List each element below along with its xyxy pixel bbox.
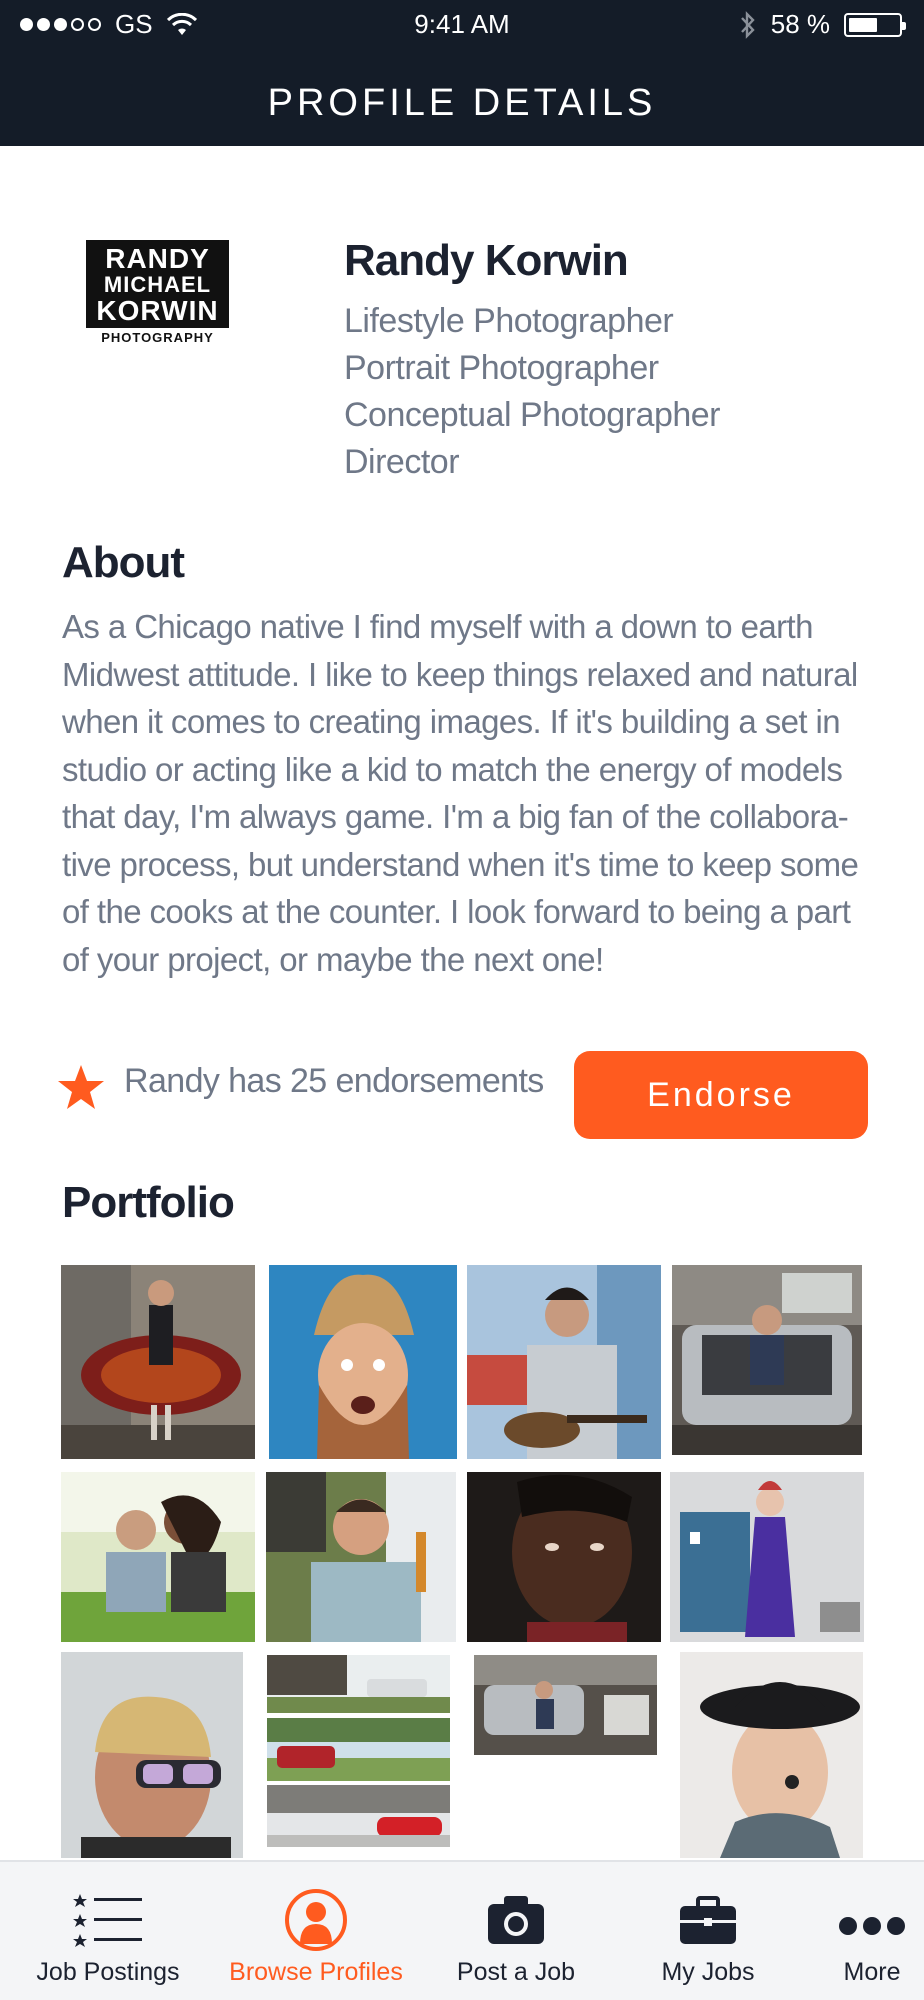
job-postings-icon bbox=[73, 1894, 142, 1947]
logo-line-1: RANDY bbox=[105, 243, 210, 274]
portfolio-photo-swimmer[interactable] bbox=[61, 1652, 243, 1858]
tab-label: Browse Profiles bbox=[229, 1958, 403, 1986]
about-line: tive process, but understand when it's t… bbox=[62, 845, 859, 883]
portfolio-photo-woman-blue-dress[interactable] bbox=[670, 1472, 864, 1642]
about-line: As a Chicago native I find myself with a… bbox=[62, 608, 813, 645]
battery-icon bbox=[844, 12, 906, 37]
endorse-button[interactable]: Endorse bbox=[574, 1051, 868, 1139]
about-line: studio or acting like a kid to match the… bbox=[62, 750, 843, 788]
portfolio-photo-bearded-man[interactable] bbox=[269, 1265, 457, 1459]
about-heading: About bbox=[62, 538, 185, 587]
portfolio-photo-red-suv[interactable] bbox=[267, 1718, 450, 1781]
tab-label: Post a Job bbox=[456, 1958, 576, 1986]
portfolio-photo-dreadlocks-man[interactable] bbox=[467, 1472, 661, 1642]
role-item: Conceptual Photographer bbox=[344, 396, 721, 434]
more-icon bbox=[839, 1917, 905, 1935]
tab-browse-profiles[interactable]: Browse Profiles bbox=[226, 1862, 406, 2000]
logo-line-3: KORWIN bbox=[96, 295, 219, 326]
briefcase-icon bbox=[680, 1896, 736, 1944]
about-line: Midwest attitude. I like to keep things … bbox=[62, 655, 858, 693]
portfolio-photo-laughing-man[interactable] bbox=[266, 1472, 456, 1642]
camera-icon bbox=[488, 1896, 544, 1944]
profile-name: Randy Korwin bbox=[344, 236, 629, 285]
photographer-logo: RANDY MICHAEL KORWIN PHOTOGRAPHY bbox=[86, 240, 229, 360]
role-item: Lifestyle Photographer bbox=[344, 302, 674, 340]
portfolio-photo-car-trunk[interactable] bbox=[672, 1265, 862, 1455]
profile-roles: Lifestyle Photographer Portrait Photogra… bbox=[344, 298, 721, 486]
about-text: As a Chicago native I find myself with a… bbox=[62, 603, 872, 983]
endorsement-row: Randy has 25 endorsements Endorse bbox=[54, 1050, 870, 1140]
portfolio-photo-woman-hat[interactable] bbox=[680, 1652, 863, 1858]
portfolio-photo-truck-house[interactable] bbox=[267, 1655, 450, 1713]
about-line: of the cooks at the counter. I look forw… bbox=[62, 893, 851, 930]
portfolio-photo-couple[interactable] bbox=[61, 1472, 255, 1642]
role-item: Portrait Photographer bbox=[344, 349, 659, 387]
logo-subtitle: PHOTOGRAPHY bbox=[101, 330, 214, 345]
portfolio-heading: Portfolio bbox=[62, 1178, 235, 1227]
tab-label: My Jobs bbox=[661, 1958, 755, 1986]
endorsement-count: Randy has 25 endorsements bbox=[124, 1062, 544, 1100]
portfolio-photo-kilt-man[interactable] bbox=[61, 1265, 255, 1459]
tab-my-jobs[interactable]: My Jobs bbox=[618, 1862, 798, 2000]
browse-profiles-icon bbox=[285, 1889, 347, 1951]
bottom-tab-bar: Job Postings Browse Profiles Post a Job … bbox=[0, 1860, 924, 2000]
bluetooth-icon bbox=[740, 10, 755, 39]
tab-label: Job Postings bbox=[36, 1958, 180, 1986]
about-line: that day, I'm always game. I'm a big fan… bbox=[62, 798, 849, 835]
portfolio-photo-guitar-man[interactable] bbox=[467, 1265, 661, 1459]
tab-more[interactable]: More bbox=[810, 1862, 924, 2000]
portfolio-photo-red-mustang[interactable] bbox=[267, 1785, 450, 1847]
tab-post-a-job[interactable]: Post a Job bbox=[426, 1862, 606, 2000]
status-bar: GS 9:41 AM 58 % bbox=[0, 0, 924, 48]
about-line: of your project, or maybe the next one! bbox=[62, 940, 604, 978]
tab-label: More bbox=[843, 1958, 901, 1986]
role-item: Director bbox=[344, 443, 460, 481]
top-bar: GS 9:41 AM 58 % PROFILE DETAILS bbox=[0, 0, 924, 146]
battery-percent: 58 % bbox=[770, 9, 830, 39]
portfolio-photo-garage-man[interactable] bbox=[474, 1655, 657, 1755]
about-line: when it comes to creating images. If it'… bbox=[62, 703, 841, 740]
page-title: PROFILE DETAILS bbox=[267, 82, 657, 124]
star-icon bbox=[58, 1065, 104, 1109]
tab-job-postings[interactable]: Job Postings bbox=[18, 1862, 198, 2000]
